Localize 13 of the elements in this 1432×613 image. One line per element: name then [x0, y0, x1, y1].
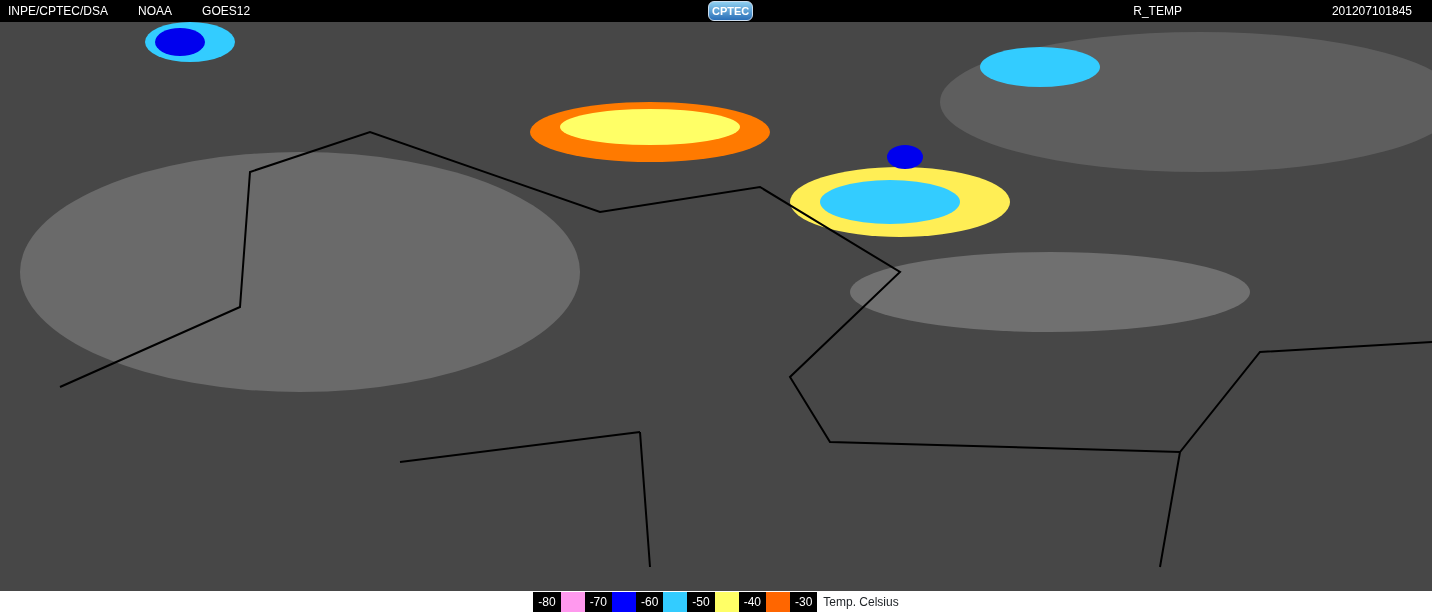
product-label: R_TEMP: [1133, 3, 1182, 20]
legend-value: -30: [790, 592, 818, 612]
legend-value: -80: [533, 592, 561, 612]
legend-value: -60: [635, 592, 664, 612]
timestamp-label: 201207101845: [1331, 3, 1412, 20]
legend-value: -70: [584, 592, 612, 612]
agency-label: NOAA: [138, 3, 173, 20]
logo: CPTEC: [707, 1, 754, 21]
satellite-label: GOES12: [202, 3, 251, 20]
source-label: INPE/CPTEC/DSA: [8, 3, 109, 20]
legend-value: -50: [687, 592, 715, 612]
legend-value: -40: [738, 592, 766, 612]
legend-unit: Temp. Celsius: [823, 594, 899, 611]
